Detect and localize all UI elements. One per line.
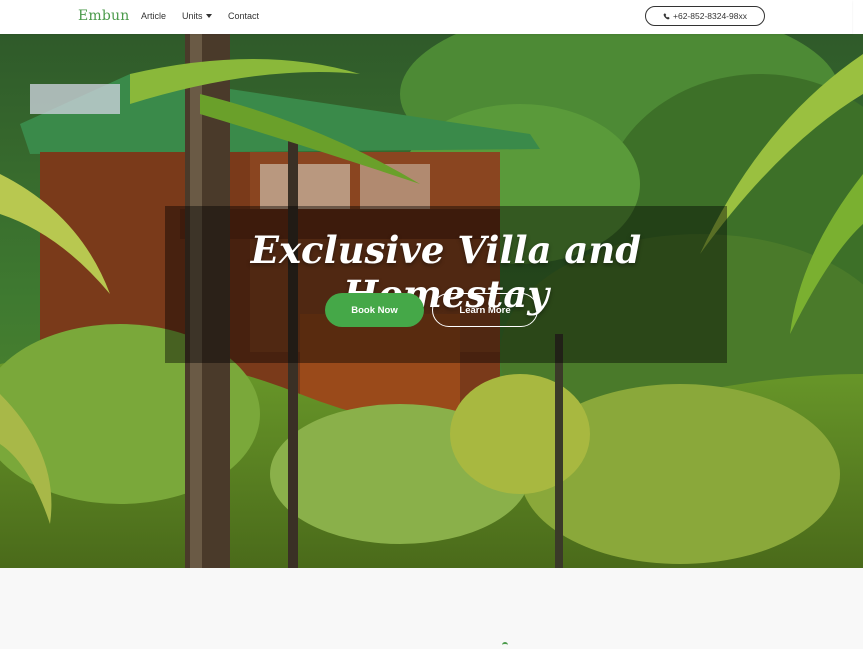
- book-now-button[interactable]: Book Now: [325, 293, 424, 327]
- navbar: Embun Article Units Contact +62-852-8324…: [0, 0, 852, 34]
- hero-section: Exclusive Villa and Homestay Book Now Le…: [0, 34, 863, 568]
- phone-icon: [663, 12, 670, 20]
- scrollbar-gutter: [852, 0, 863, 34]
- caret-down-icon: [205, 14, 212, 18]
- nav-link-units[interactable]: Units: [182, 11, 212, 21]
- nav-link-contact[interactable]: Contact: [228, 11, 259, 21]
- next-section: [0, 568, 863, 647]
- nav-link-units-label: Units: [182, 11, 203, 21]
- nav-link-article[interactable]: Article: [141, 11, 166, 21]
- learn-more-button[interactable]: Learn More: [432, 293, 538, 327]
- brand-logo[interactable]: Embun: [78, 8, 130, 24]
- phone-number: +62-852-8324-98xx: [673, 11, 747, 21]
- hero-overlay: Exclusive Villa and Homestay Book Now Le…: [165, 206, 727, 363]
- section-divider: [502, 642, 508, 649]
- phone-button[interactable]: +62-852-8324-98xx: [645, 6, 765, 26]
